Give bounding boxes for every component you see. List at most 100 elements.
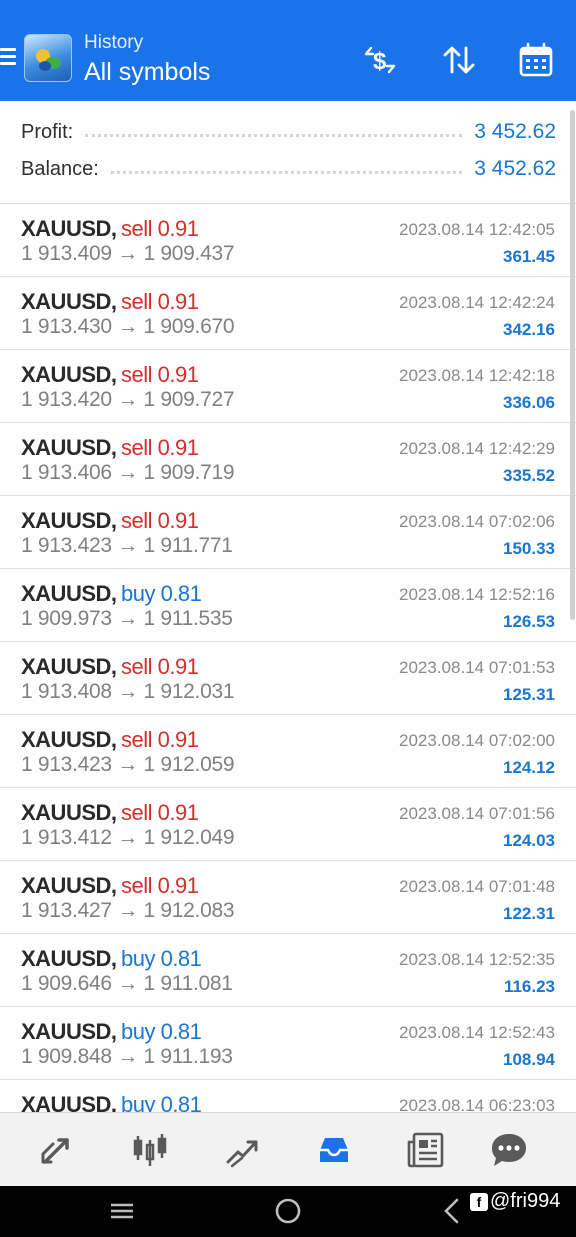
deal-side: sell 0.91: [121, 435, 199, 460]
deal-symbol: XAUUSD,: [21, 1092, 117, 1112]
deal-prices: 1 913.430 → 1 909.670: [21, 315, 235, 338]
deal-side: sell 0.91: [121, 873, 199, 898]
deal-time: 2023.08.14 07:01:48: [399, 877, 555, 896]
watermark: f @fri994: [470, 1190, 560, 1213]
profit-value: 3 452.62: [474, 120, 556, 143]
deal-row[interactable]: XAUUSD, sell 0.91 1 913.408 → 1 912.031 202…: [0, 642, 576, 715]
tab-history[interactable]: [302, 1113, 366, 1187]
deal-time: 2023.08.14 12:42:05: [399, 220, 555, 239]
profit-label: Profit:: [21, 120, 74, 143]
deal-symbol: XAUUSD,: [21, 508, 117, 533]
deal-side: buy 0.81: [121, 581, 202, 606]
sort-button[interactable]: [439, 40, 479, 80]
chart-icon: [133, 1134, 167, 1166]
deal-prices: 1 913.420 → 1 909.727: [21, 388, 235, 411]
deal-side: buy 0.81: [121, 1019, 202, 1044]
tab-chart[interactable]: [118, 1113, 182, 1187]
deal-profit: 124.12: [503, 758, 555, 777]
deal-time: 2023.08.14 12:42:18: [399, 366, 555, 385]
deal-row[interactable]: XAUUSD, sell 0.91 1 913.427 → 1 912.083 202…: [0, 861, 576, 934]
deal-prices: 1 913.406 → 1 909.719: [21, 461, 235, 484]
deal-prices: 1 913.409 → 1 909.437: [21, 242, 235, 265]
watermark-text: @fri994: [490, 1190, 561, 1212]
deal-time: 2023.08.14 07:02:00: [399, 731, 555, 750]
deal-side: buy 0.81: [121, 946, 202, 971]
deal-side: sell 0.91: [121, 216, 199, 241]
recent-apps-icon: [111, 1203, 133, 1219]
deal-time: 2023.08.14 07:02:06: [399, 512, 555, 531]
deal-side: sell 0.91: [121, 800, 199, 825]
home-icon: [275, 1198, 301, 1224]
trade-icon: [226, 1140, 258, 1168]
deal-profit: 122.31: [503, 904, 555, 923]
deal-side: sell 0.91: [121, 362, 199, 387]
scrollbar[interactable]: [570, 110, 575, 620]
back-button[interactable]: [432, 1194, 472, 1228]
status-bar: [0, 0, 576, 12]
header-title[interactable]: All symbols: [84, 58, 210, 87]
chat-icon: [492, 1134, 526, 1166]
dotted-leader: [110, 164, 463, 174]
deal-time: 2023.08.14 12:42:24: [399, 293, 555, 312]
deal-row[interactable]: XAUUSD, sell 0.91 1 913.420 → 1 909.727 202…: [0, 350, 576, 423]
tab-quotes[interactable]: [25, 1113, 89, 1187]
deal-row[interactable]: XAUUSD, sell 0.91 1 913.409 → 1 909.437 202…: [0, 204, 576, 277]
deal-row[interactable]: XAUUSD, buy 0.81 1 909.646 → 1 911.081 2023…: [0, 934, 576, 1007]
history-icon: [320, 1138, 348, 1162]
deal-side: sell 0.91: [121, 508, 199, 533]
deal-profit: 361.45: [503, 247, 555, 266]
deal-row[interactable]: XAUUSD, sell 0.91 1 913.423 → 1 912.059 202…: [0, 715, 576, 788]
deal-prices: 1 909.973 → 1 911.535: [21, 607, 233, 630]
deal-row[interactable]: XAUUSD, sell 0.91 1 913.423 → 1 911.771 202…: [0, 496, 576, 569]
deal-side: sell 0.91: [121, 727, 199, 752]
deal-prices: 1 913.427 → 1 912.083: [21, 899, 235, 922]
tab-news[interactable]: [394, 1113, 458, 1187]
deal-time: 2023.08.14 06:23:03: [399, 1096, 555, 1112]
deal-symbol: XAUUSD,: [21, 216, 117, 241]
deal-time: 2023.08.14 07:01:53: [399, 658, 555, 677]
tab-chat[interactable]: [477, 1113, 541, 1187]
back-icon: [444, 1198, 459, 1224]
system-nav-bar: f @fri994: [0, 1186, 576, 1237]
deal-profit: 108.94: [503, 1050, 555, 1069]
deal-row[interactable]: XAUUSD, sell 0.91 1 913.430 → 1 909.670 202…: [0, 277, 576, 350]
app-header: History All symbols $: [0, 12, 576, 101]
menu-button[interactable]: [0, 45, 18, 69]
recent-apps-button[interactable]: [102, 1194, 142, 1228]
deal-symbol: XAUUSD,: [21, 1019, 117, 1044]
deal-prices: 1 913.423 → 1 912.059: [21, 753, 235, 776]
menu-icon-bar: [0, 55, 16, 58]
home-button[interactable]: [268, 1194, 308, 1228]
deal-time: 2023.08.14 12:52:16: [399, 585, 555, 604]
facebook-icon: f: [470, 1192, 488, 1211]
deal-row[interactable]: XAUUSD, sell 0.91 1 913.406 → 1 909.719 202…: [0, 423, 576, 496]
deal-profit: 126.53: [503, 612, 555, 631]
deal-prices: 1 913.412 → 1 912.049: [21, 826, 235, 849]
tab-trade[interactable]: [210, 1113, 274, 1187]
account-summary: Profit: 3 452.62 Balance: 3 452.62: [0, 101, 576, 203]
deal-time: 2023.08.14 12:52:35: [399, 950, 555, 969]
deal-profit: 150.33: [503, 539, 555, 558]
deal-time: 2023.08.14 12:52:43: [399, 1023, 555, 1042]
deal-row[interactable]: XAUUSD, sell 0.91 1 913.412 → 1 912.049 202…: [0, 788, 576, 861]
deal-prices: 1 909.646 → 1 911.081: [21, 972, 233, 995]
sort-icon: [443, 46, 475, 74]
deal-profit: 125.31: [503, 685, 555, 704]
deals-list[interactable]: XAUUSD, sell 0.91 1 913.409 → 1 909.437 202…: [0, 203, 576, 1112]
deal-symbol: XAUUSD,: [21, 800, 117, 825]
header-subtitle: History: [84, 32, 144, 53]
deal-profit: 124.03: [503, 831, 555, 850]
deal-prices: 1 913.423 → 1 911.771: [21, 534, 233, 557]
calendar-button[interactable]: [516, 40, 556, 80]
deal-symbol: XAUUSD,: [21, 727, 117, 752]
currency-button[interactable]: $: [360, 40, 400, 80]
deal-side: buy 0.81: [121, 1092, 202, 1112]
deal-symbol: XAUUSD,: [21, 873, 117, 898]
deal-profit: 336.06: [503, 393, 555, 412]
deal-row[interactable]: XAUUSD, buy 0.81 1 909.848 → 1 911.193 2023…: [0, 1007, 576, 1080]
balance-label: Balance:: [21, 157, 99, 180]
logo-shape: [39, 61, 51, 71]
deal-row[interactable]: XAUUSD, buy 0.81 2023.08.14 06:23:03: [0, 1080, 576, 1112]
svg-text:$: $: [373, 48, 387, 75]
deal-row[interactable]: XAUUSD, buy 0.81 1 909.973 → 1 911.535 2023…: [0, 569, 576, 642]
